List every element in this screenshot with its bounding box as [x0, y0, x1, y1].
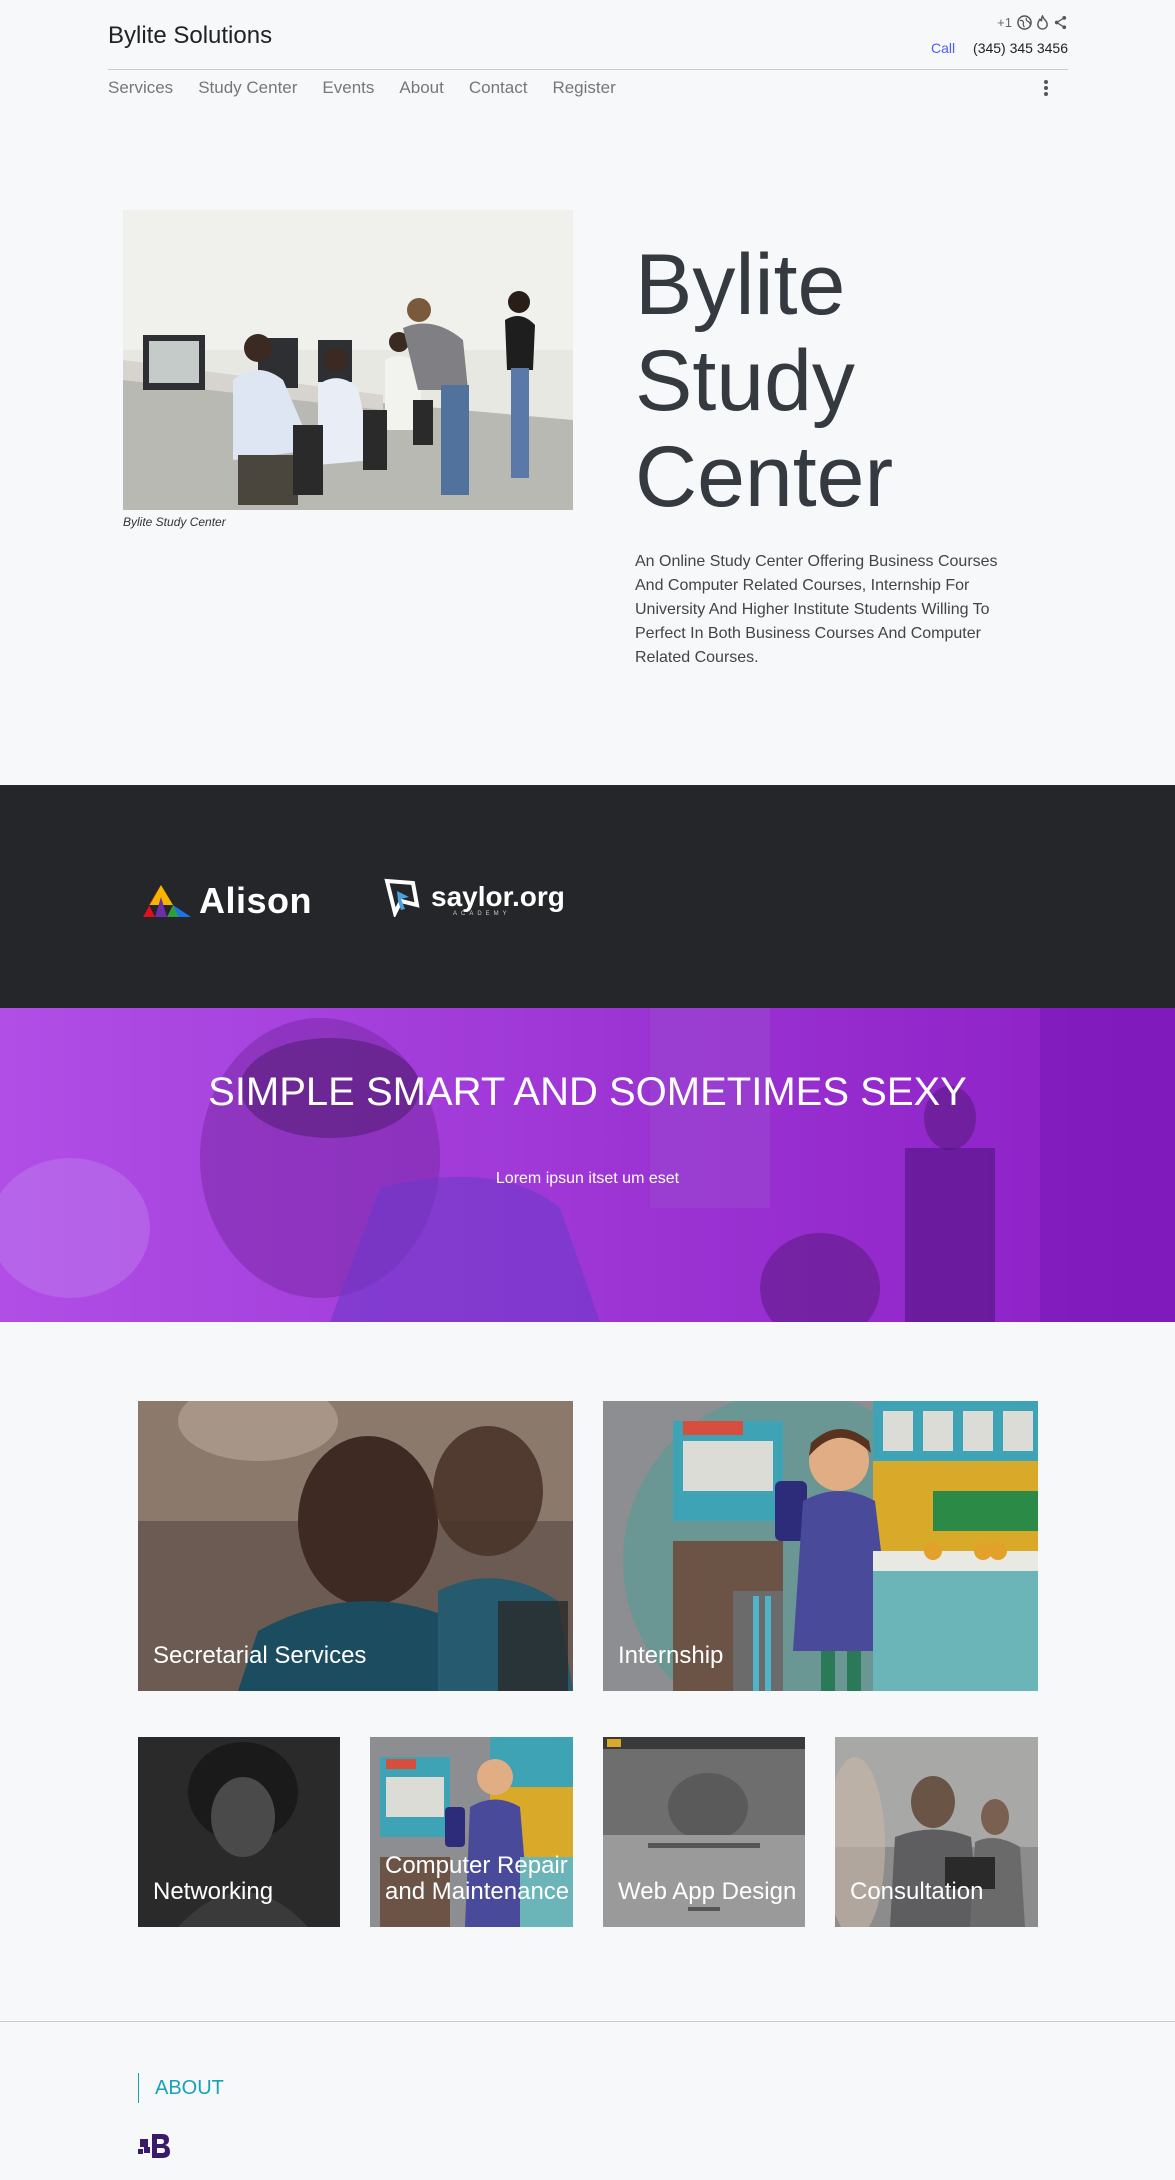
- image-caption: Bylite Study Center: [123, 515, 226, 529]
- call-row: Call (345) 345 3456: [931, 40, 1068, 56]
- card-consultation[interactable]: Consultation: [835, 1737, 1038, 1927]
- card-computer-repair[interactable]: Computer Repair and Maintenance: [370, 1737, 573, 1927]
- hero-description: An Online Study Center Offering Business…: [635, 553, 998, 666]
- share-icon[interactable]: [1053, 15, 1068, 30]
- card-secretarial-services[interactable]: Secretarial Services: [138, 1401, 573, 1691]
- main-nav: Services Study Center Events About Conta…: [108, 78, 616, 98]
- brand-name[interactable]: Bylite Solutions: [108, 22, 272, 50]
- phone-prefix: +1: [997, 15, 1012, 30]
- card-label: Secretarial Services: [153, 1642, 367, 1669]
- banner-title: SIMPLE SMART AND SOMETIMES SEXY: [208, 1070, 967, 1114]
- card-label: Networking: [153, 1878, 274, 1905]
- study-center-photo: [123, 210, 573, 510]
- card-internship[interactable]: Internship: [603, 1401, 1038, 1691]
- call-link[interactable]: Call: [931, 40, 955, 56]
- card-web-app-design[interactable]: Web App Design: [603, 1737, 805, 1927]
- alison-logo[interactable]: Alison: [143, 880, 312, 922]
- nav-about[interactable]: About: [399, 78, 443, 98]
- card-networking[interactable]: Networking: [138, 1737, 340, 1927]
- card-label: Internship: [618, 1642, 724, 1669]
- card-label: Web App Design: [618, 1878, 797, 1905]
- saylor-logo[interactable]: saylor.org ACADEMY: [383, 877, 565, 917]
- nav-events[interactable]: Events: [322, 78, 374, 98]
- saylor-wordmark: saylor.org: [431, 881, 565, 912]
- card-label: Consultation: [850, 1878, 984, 1905]
- nav-services[interactable]: Services: [108, 78, 173, 98]
- nav-register[interactable]: Register: [552, 78, 615, 98]
- phone-number: (345) 345 3456: [973, 40, 1068, 56]
- header-icons: +1: [997, 15, 1068, 30]
- footer-logo-icon[interactable]: [138, 2131, 172, 2166]
- card-label: Computer Repair and Maintenance: [385, 1852, 570, 1905]
- more-menu-icon[interactable]: [1040, 80, 1052, 100]
- nav-study-center[interactable]: Study Center: [198, 78, 297, 98]
- site-header: Bylite Solutions +1 Call (345) 345 3456: [108, 0, 1068, 70]
- fire-icon[interactable]: [1035, 15, 1050, 30]
- hero-banner: SIMPLE SMART AND SOMETIMES SEXY Lorem ip…: [0, 1008, 1175, 1322]
- nav-contact[interactable]: Contact: [469, 78, 528, 98]
- banner-photo: [0, 1008, 1175, 1322]
- footer-divider: [0, 2021, 1175, 2022]
- hero-title: Bylite Study Center: [635, 237, 894, 525]
- banner-subtitle: Lorem ipsun itset um eset: [495, 1170, 680, 1187]
- footer-about-heading: ABOUT: [155, 2077, 224, 2099]
- about-accent-bar: [138, 2073, 139, 2103]
- partners-section: Alison saylor.org ACADEMY: [0, 785, 1175, 1008]
- alison-mark-icon: [143, 885, 191, 917]
- globe-icon[interactable]: [1017, 15, 1032, 30]
- saylor-mark-icon: [384, 878, 420, 917]
- saylor-subtitle: ACADEMY: [453, 911, 511, 917]
- alison-wordmark: Alison: [199, 880, 313, 921]
